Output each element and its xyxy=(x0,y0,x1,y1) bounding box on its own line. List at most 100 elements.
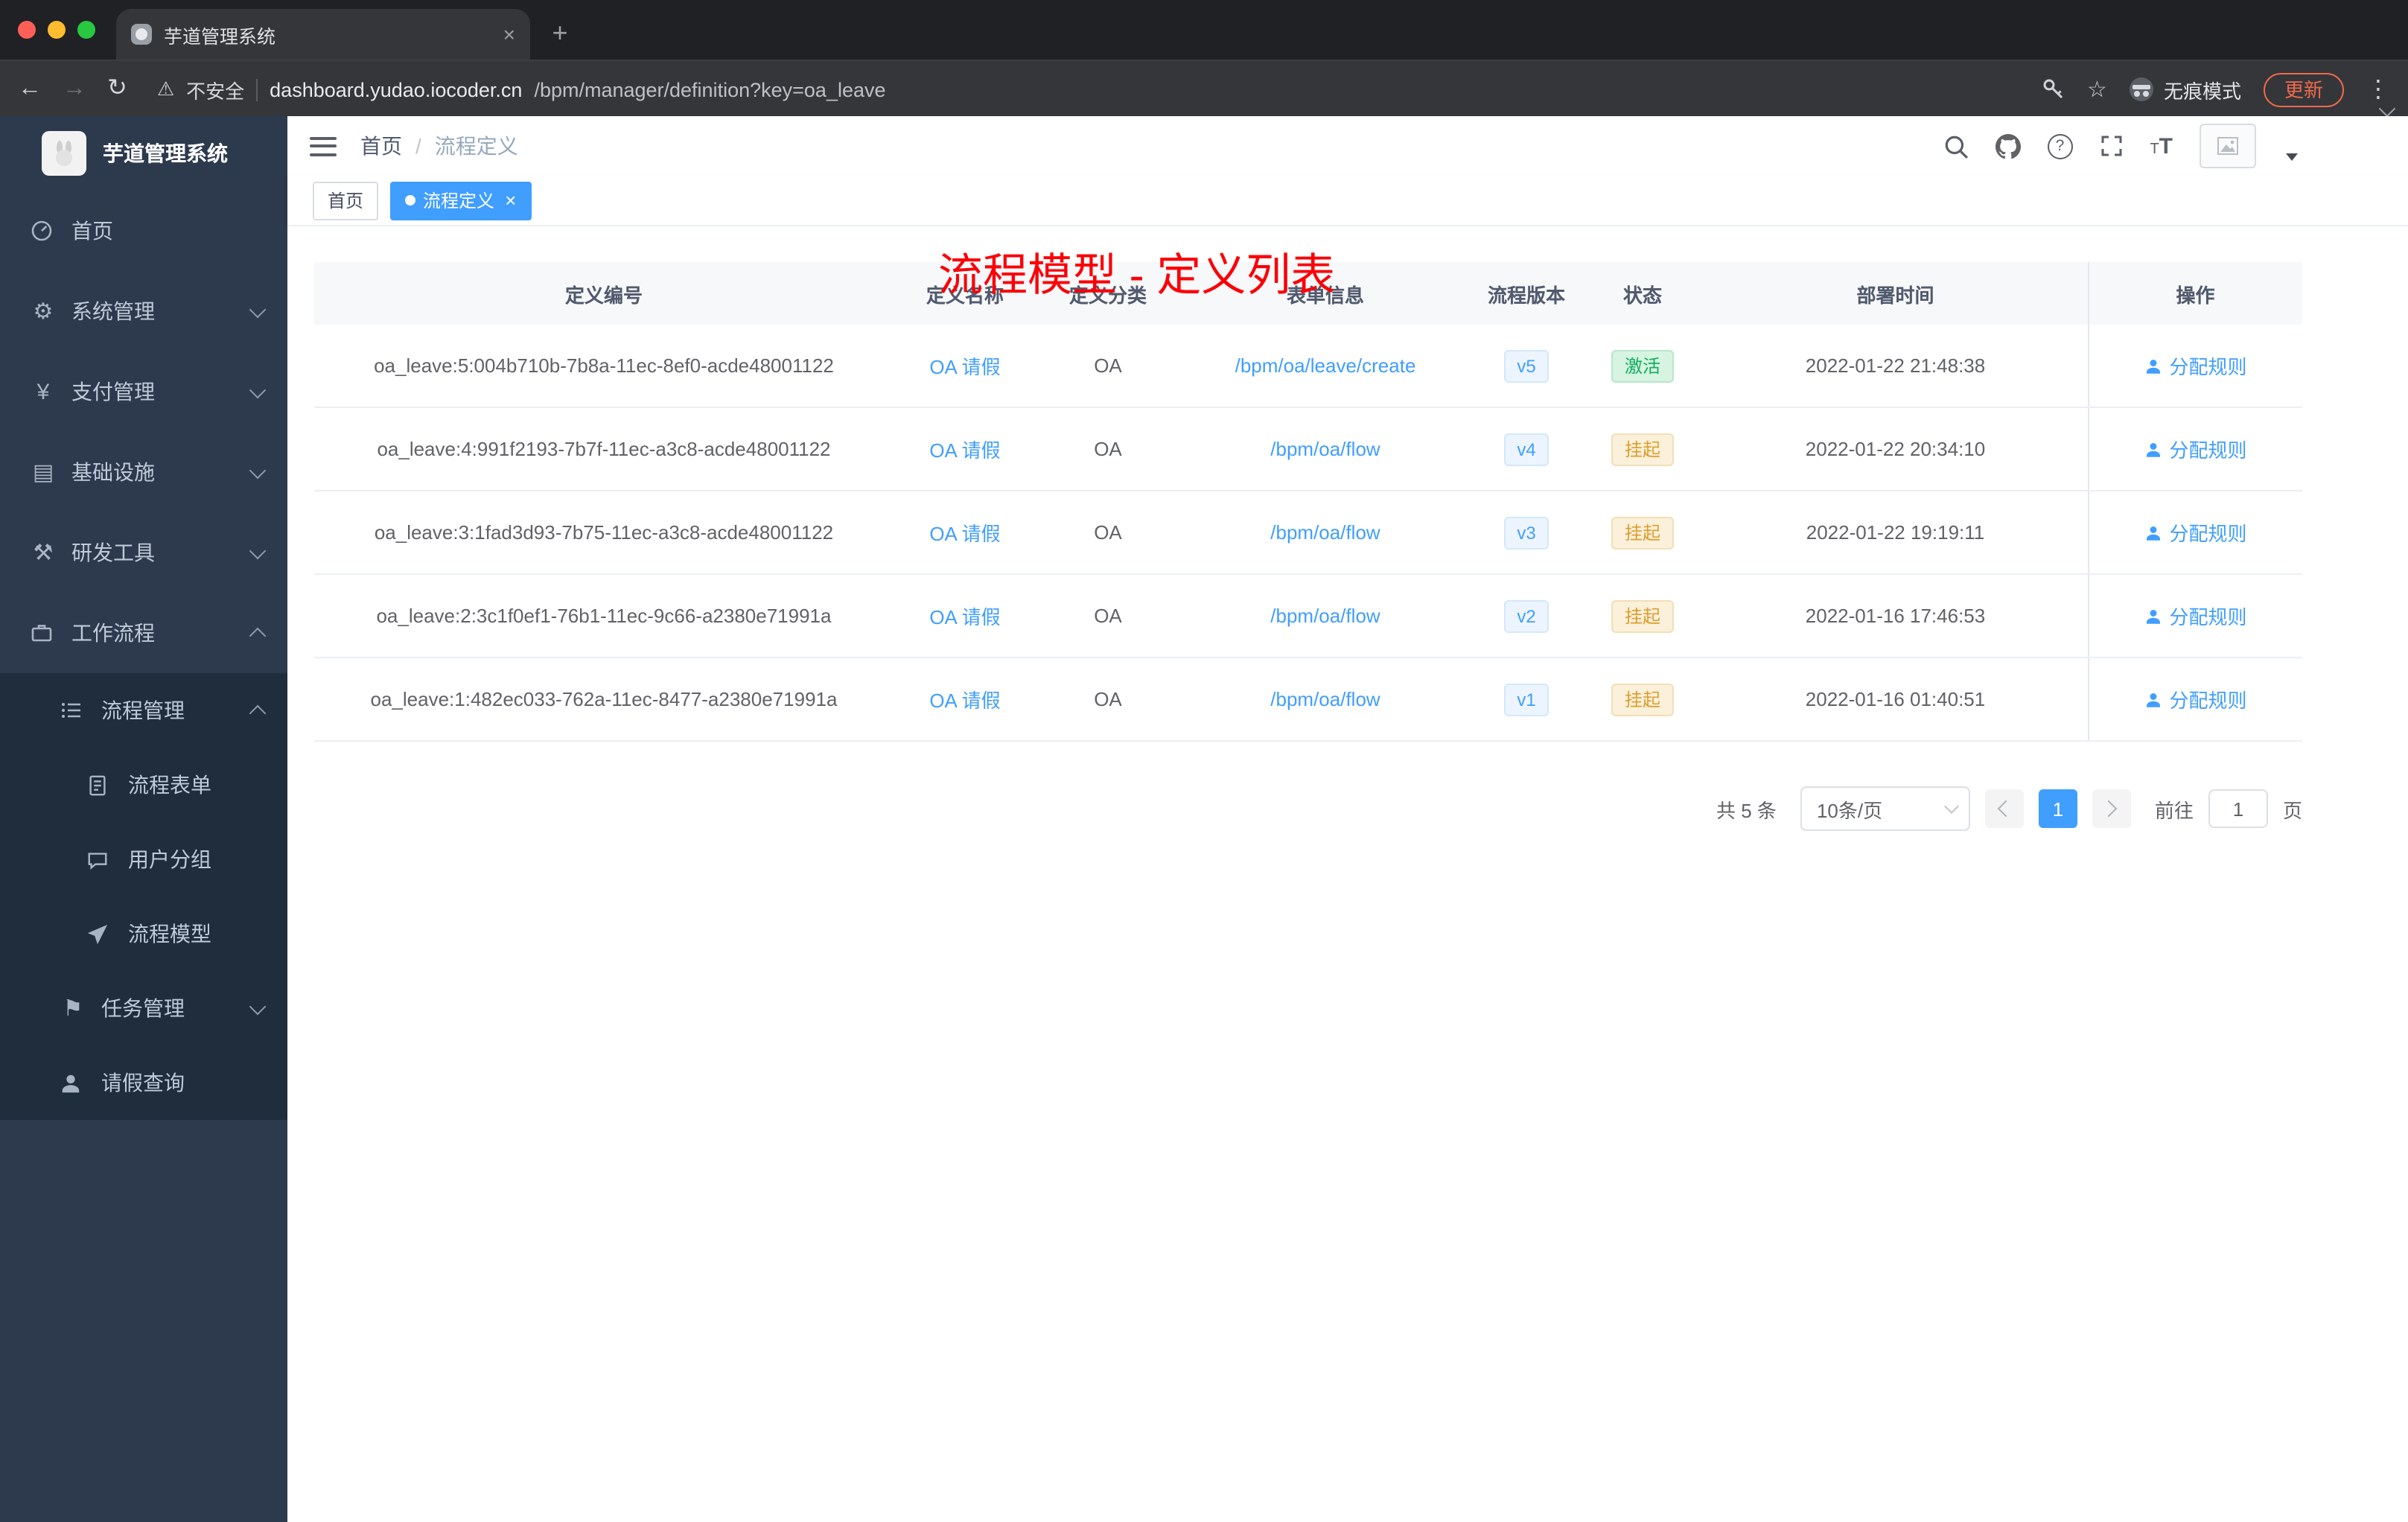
reload-button[interactable] xyxy=(107,77,127,101)
breadcrumb-home[interactable]: 首页 xyxy=(360,131,402,161)
tab-favicon xyxy=(131,24,152,45)
browser-toolbar: 不安全 dashboard.yudao.iocoder.cn/bpm/manag… xyxy=(0,60,2408,118)
update-button[interactable]: 更新 xyxy=(2263,72,2344,106)
tag-close-icon[interactable] xyxy=(505,191,516,210)
browser-tab[interactable]: 芋道管理系统 xyxy=(116,9,530,60)
sidebar-item-process-model[interactable]: 流程模型 xyxy=(0,897,287,971)
window-zoom-button[interactable] xyxy=(77,21,95,39)
page-number-active[interactable]: 1 xyxy=(2038,789,2077,828)
assign-rule-link[interactable]: 分配规则 xyxy=(2144,685,2247,713)
form-link[interactable]: /bpm/oa/flow xyxy=(1270,688,1380,710)
key-icon[interactable] xyxy=(2041,77,2065,101)
assign-rule-link[interactable]: 分配规则 xyxy=(2144,435,2247,463)
app-title: 芋道管理系统 xyxy=(103,141,228,165)
page-content: 定义编号 定义名称 定义分类 表单信息 流程版本 状态 部署时间 操作 oa_l xyxy=(287,226,2408,1522)
breadcrumb-separator: / xyxy=(415,134,421,158)
version-badge: v2 xyxy=(1503,599,1549,632)
sidebar-item-home[interactable]: 首页 xyxy=(0,191,287,271)
infrastructure-icon xyxy=(30,461,57,483)
tab-close-icon[interactable] xyxy=(503,24,515,45)
bookmark-star-icon[interactable] xyxy=(2087,76,2107,103)
forward-button[interactable] xyxy=(63,77,86,101)
assign-rule-label: 分配规则 xyxy=(2169,606,2247,628)
incognito-label: 无痕模式 xyxy=(2163,80,2241,102)
sidebar-item-system[interactable]: 系统管理 xyxy=(0,271,287,351)
table-row: oa_leave:1:482ec033-762a-11ec-8477-a2380… xyxy=(314,657,2302,742)
version-badge: v3 xyxy=(1503,516,1549,549)
sidebar-item-devtools[interactable]: 研发工具 xyxy=(0,512,287,593)
user-icon xyxy=(60,1072,86,1094)
toolbar-right-cluster: 无痕模式 更新 xyxy=(2041,72,2390,106)
chevron-up-icon xyxy=(249,704,267,722)
breadcrumb: 首页 / 流程定义 xyxy=(360,131,518,161)
table-row: oa_leave:5:004b710b-7b8a-11ec-8ef0-acde4… xyxy=(314,325,2302,408)
fullscreen-icon[interactable] xyxy=(2099,134,2123,158)
chevron-up-icon xyxy=(249,626,267,644)
deploy-time: 2022-01-22 21:48:38 xyxy=(1704,325,2088,408)
prev-page-button[interactable] xyxy=(1984,789,2024,828)
sidebar-item-user-group[interactable]: 用户分组 xyxy=(0,822,287,897)
chevron-down-icon xyxy=(1944,799,1959,814)
sidebar-item-task-management[interactable]: 任务管理 xyxy=(0,971,287,1045)
sidebar-item-infrastructure[interactable]: 基础设施 xyxy=(0,432,287,512)
status-badge: 挂起 xyxy=(1611,433,1674,465)
sidebar-toggle-icon[interactable] xyxy=(310,136,337,156)
chevron-down-icon xyxy=(249,997,267,1015)
definition-name-link[interactable]: OA 请假 xyxy=(929,606,1000,628)
sidebar-item-process-form[interactable]: 流程表单 xyxy=(0,748,287,822)
sidebar-item-leave-query[interactable]: 请假查询 xyxy=(0,1045,287,1120)
avatar[interactable] xyxy=(2200,124,2256,168)
assign-rule-link[interactable]: 分配规则 xyxy=(2144,351,2247,380)
search-icon[interactable] xyxy=(1943,133,1968,159)
tag-label: 首页 xyxy=(328,191,364,211)
github-icon[interactable] xyxy=(1995,133,2021,159)
security-warning-icon[interactable] xyxy=(157,77,174,101)
chevron-down-icon xyxy=(249,300,267,318)
tag-home[interactable]: 首页 xyxy=(313,181,379,220)
definition-category: OA xyxy=(1036,657,1179,742)
next-page-button[interactable] xyxy=(2092,789,2131,828)
column-header: 流程版本 xyxy=(1471,262,1582,325)
logo-avatar xyxy=(42,131,86,176)
address-bar[interactable]: 不安全 dashboard.yudao.iocoder.cn/bpm/manag… xyxy=(157,75,886,104)
assign-rule-link[interactable]: 分配规则 xyxy=(2144,602,2247,630)
sidebar-item-label: 首页 xyxy=(71,219,113,243)
tab-title: 芋道管理系统 xyxy=(164,26,276,47)
url-path: /bpm/manager/definition?key=oa_leave xyxy=(534,78,886,101)
sidebar-item-label: 流程管理 xyxy=(101,698,185,722)
form-link[interactable]: /bpm/oa/flow xyxy=(1270,521,1380,544)
back-button[interactable] xyxy=(18,77,42,101)
sidebar-item-label: 系统管理 xyxy=(71,299,155,323)
page-size-value: 10条/页 xyxy=(1816,799,1883,821)
definition-name-link[interactable]: OA 请假 xyxy=(929,356,1000,378)
avatar-caret-icon[interactable] xyxy=(2286,153,2298,161)
definition-name-link[interactable]: OA 请假 xyxy=(929,523,1000,545)
window-minimize-button[interactable] xyxy=(48,21,66,39)
assign-rule-link[interactable]: 分配规则 xyxy=(2144,518,2247,547)
definition-name-link[interactable]: OA 请假 xyxy=(929,690,1000,712)
definition-category: OA xyxy=(1036,407,1179,491)
font-size-icon[interactable] xyxy=(2150,135,2173,157)
goto-page-input[interactable] xyxy=(2208,789,2268,828)
sidebar-item-label: 流程模型 xyxy=(128,922,211,946)
sidebar-logo[interactable]: 芋道管理系统 xyxy=(0,116,287,191)
sidebar-item-payment[interactable]: 支付管理 xyxy=(0,351,287,432)
new-tab-button[interactable] xyxy=(542,15,578,51)
top-navbar: 首页 / 流程定义 xyxy=(287,116,2408,176)
main-panel: 流程模型 - 定义列表 首页 / 流程定义 ? T T 首页 流程定义 × 定义… xyxy=(287,116,2408,1522)
definition-name-link[interactable]: OA 请假 xyxy=(929,439,1000,462)
form-link[interactable]: /bpm/oa/leave/create xyxy=(1235,354,1416,377)
active-tag-dot xyxy=(405,195,416,206)
sidebar-item-process-management[interactable]: 流程管理 xyxy=(0,673,287,748)
form-link[interactable]: /bpm/oa/flow xyxy=(1270,605,1380,627)
definition-id: oa_leave:1:482ec033-762a-11ec-8477-a2380… xyxy=(314,657,894,742)
sidebar-item-workflow[interactable]: 工作流程 xyxy=(0,593,287,673)
page-size-select[interactable]: 10条/页 xyxy=(1800,786,1970,831)
incognito-icon xyxy=(2129,77,2153,101)
help-icon[interactable] xyxy=(2047,133,2073,159)
window-close-button[interactable] xyxy=(18,21,36,39)
tag-process-definition[interactable]: 流程定义 xyxy=(390,181,532,220)
form-link[interactable]: /bpm/oa/flow xyxy=(1270,438,1380,460)
tools-icon xyxy=(30,541,57,564)
definition-category: OA xyxy=(1036,491,1179,575)
